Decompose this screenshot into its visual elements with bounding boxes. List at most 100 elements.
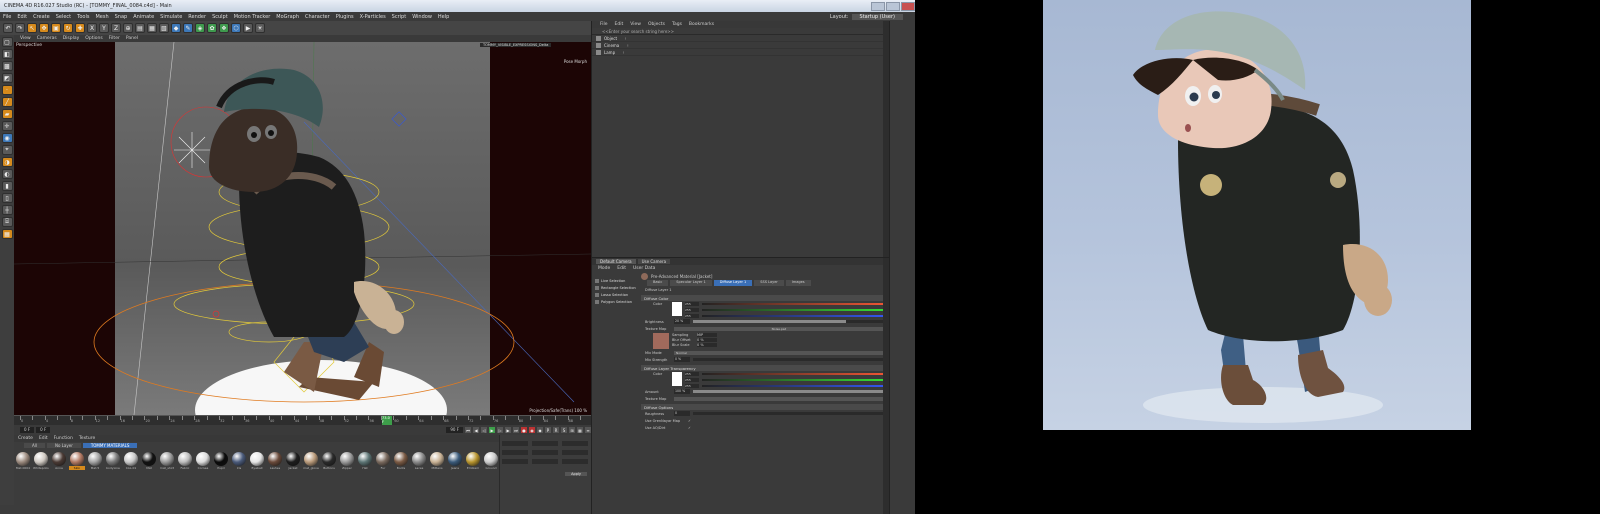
- guide-icon[interactable]: ┼: [1, 205, 13, 215]
- axis-mode-icon[interactable]: ✛: [1, 121, 13, 131]
- material-item[interactable]: Skin: [69, 452, 85, 470]
- scene-icon[interactable]: ⬡: [231, 23, 241, 33]
- key-selection-icon[interactable]: ◆: [537, 427, 543, 433]
- current-frame-marker[interactable]: 73.0 F: [382, 416, 392, 425]
- mat-menu-function[interactable]: Function: [54, 436, 73, 441]
- obj-menu-view[interactable]: View: [630, 22, 641, 27]
- lock-icon[interactable]: ▮: [1, 181, 13, 191]
- size-y-field[interactable]: [532, 450, 558, 455]
- pos-x-field[interactable]: [502, 441, 528, 446]
- material-item[interactable]: Lashes: [267, 452, 283, 470]
- cube-icon[interactable]: ◆: [171, 23, 181, 33]
- 3d-viewport[interactable]: Perspective TOMMY_VISIBLE_EXPRESSIONS_De…: [14, 42, 591, 415]
- minimize-button[interactable]: [871, 1, 885, 11]
- attr-menu-user-data[interactable]: User Data: [633, 266, 655, 271]
- play-icon[interactable]: ▶: [489, 427, 495, 433]
- param-key-icon[interactable]: ⊞: [569, 427, 575, 433]
- material-item[interactable]: Mat.5: [87, 452, 103, 470]
- brightness-slider[interactable]: [693, 320, 884, 323]
- amount-slider[interactable]: [693, 390, 884, 393]
- tab-default-camera[interactable]: Default Camera: [596, 259, 636, 264]
- rectangle-selection-item[interactable]: Rectangle Selection: [595, 284, 639, 291]
- red-slider[interactable]: [702, 303, 884, 305]
- camera-icon[interactable]: ▶: [243, 23, 253, 33]
- pos-z-field[interactable]: [502, 459, 528, 464]
- mat-tab-no-layer[interactable]: No Layer: [46, 443, 81, 448]
- oren-nayar-checkbox[interactable]: ✓: [688, 419, 691, 423]
- timeline-ruler[interactable]: 0 4 8 12 16 20 24 28 32 36 40 44 48 52 56 60 64 68 72 76 80 8…: [14, 415, 591, 425]
- pen-icon[interactable]: ✎: [183, 23, 193, 33]
- attr-menu-mode[interactable]: Mode: [598, 266, 610, 271]
- edges-mode-icon[interactable]: ╱: [1, 97, 13, 107]
- make-editable-icon[interactable]: ▢: [1, 37, 13, 47]
- trans-green-slider[interactable]: [702, 379, 884, 381]
- object-row[interactable]: Lamp ⁞: [592, 49, 889, 56]
- material-item[interactable]: Mittens: [429, 452, 445, 470]
- subtab-sss[interactable]: SSS Layer: [754, 280, 784, 286]
- quantize-icon[interactable]: ▯: [1, 193, 13, 203]
- go-to-start-icon[interactable]: ⏮: [465, 427, 471, 433]
- record-icon[interactable]: ●: [521, 427, 527, 433]
- live-select-icon[interactable]: ↖: [27, 23, 37, 33]
- mix-strength-value[interactable]: 0 %: [674, 357, 690, 362]
- points-mode-icon[interactable]: ·: [1, 85, 13, 95]
- menu-x-particles[interactable]: X-Particles: [360, 14, 386, 20]
- material-item[interactable]: Zipper: [339, 452, 355, 470]
- vp-menu-panel[interactable]: Panel: [126, 36, 138, 41]
- mat-menu-edit[interactable]: Edit: [39, 436, 48, 441]
- position-key-icon[interactable]: P: [545, 427, 551, 433]
- layout-dropdown[interactable]: Startup (User): [851, 13, 903, 20]
- next-frame-icon[interactable]: ▷: [497, 427, 503, 433]
- green-value[interactable]: 255: [685, 308, 699, 312]
- obj-menu-bookmarks[interactable]: Bookmarks: [689, 22, 714, 27]
- blue-slider[interactable]: [702, 315, 884, 317]
- menu-render[interactable]: Render: [188, 14, 206, 20]
- maximize-button[interactable]: [886, 1, 900, 11]
- material-item[interactable]: Pupil: [213, 452, 229, 470]
- green-slider[interactable]: [702, 309, 884, 311]
- mat-menu-texture[interactable]: Texture: [79, 436, 95, 441]
- material-item[interactable]: Boots: [393, 452, 409, 470]
- material-item[interactable]: bodyLine: [105, 452, 121, 470]
- x-axis-icon[interactable]: X: [87, 23, 97, 33]
- menu-animate[interactable]: Animate: [133, 14, 154, 20]
- world-coords-icon[interactable]: ⊕: [123, 23, 133, 33]
- obj-menu-edit[interactable]: Edit: [615, 22, 624, 27]
- menu-mesh[interactable]: Mesh: [95, 14, 108, 20]
- object-search-input[interactable]: <<Enter your search string here>>: [592, 28, 889, 35]
- transparency-texture-field[interactable]: [674, 396, 884, 401]
- object-row[interactable]: Cinema ⁞: [592, 42, 889, 49]
- material-item[interactable]: Buttons: [321, 452, 337, 470]
- lasso-selection-item[interactable]: Lasso Selection: [595, 291, 639, 298]
- live-selection-item[interactable]: Live Selection: [595, 277, 639, 284]
- scale-key-icon[interactable]: S: [561, 427, 567, 433]
- autokey-icon[interactable]: ◉: [529, 427, 535, 433]
- material-item[interactable]: Cornea: [195, 452, 211, 470]
- array-icon[interactable]: ✿: [207, 23, 217, 33]
- obj-menu-file[interactable]: File: [600, 22, 608, 27]
- mat-tab-all[interactable]: All: [24, 443, 45, 448]
- menu-snap[interactable]: Snap: [115, 14, 128, 20]
- workplane-icon[interactable]: ◩: [1, 73, 13, 83]
- vp-menu-display[interactable]: Display: [63, 36, 80, 41]
- section-transparency[interactable]: Diffuse Layer Transparency: [641, 365, 884, 371]
- blur-offset-field[interactable]: 0 %: [697, 338, 717, 342]
- light-icon[interactable]: ☀: [255, 23, 265, 33]
- menu-select[interactable]: Select: [56, 14, 71, 20]
- subtab-diffuse[interactable]: Diffuse Layer 1: [713, 280, 753, 286]
- texture-mode-icon[interactable]: ▩: [1, 61, 13, 71]
- red-value[interactable]: 255: [685, 302, 699, 306]
- material-item[interactable]: Laces: [411, 452, 427, 470]
- menu-character[interactable]: Character: [305, 14, 330, 20]
- y-axis-icon[interactable]: Y: [99, 23, 109, 33]
- start-frame-field[interactable]: 0 F: [20, 427, 35, 433]
- menu-help[interactable]: Help: [438, 14, 449, 20]
- material-item[interactable]: Fur: [375, 452, 391, 470]
- tweak-icon[interactable]: ◉: [1, 133, 13, 143]
- brightness-value[interactable]: 20 %: [674, 319, 690, 324]
- solo-icon[interactable]: ◐: [1, 169, 13, 179]
- sculpt-icon[interactable]: ◑: [1, 157, 13, 167]
- material-item[interactable]: Mat.0004: [15, 452, 31, 470]
- obj-menu-tags[interactable]: Tags: [672, 22, 682, 27]
- subtab-images[interactable]: Images: [785, 280, 811, 286]
